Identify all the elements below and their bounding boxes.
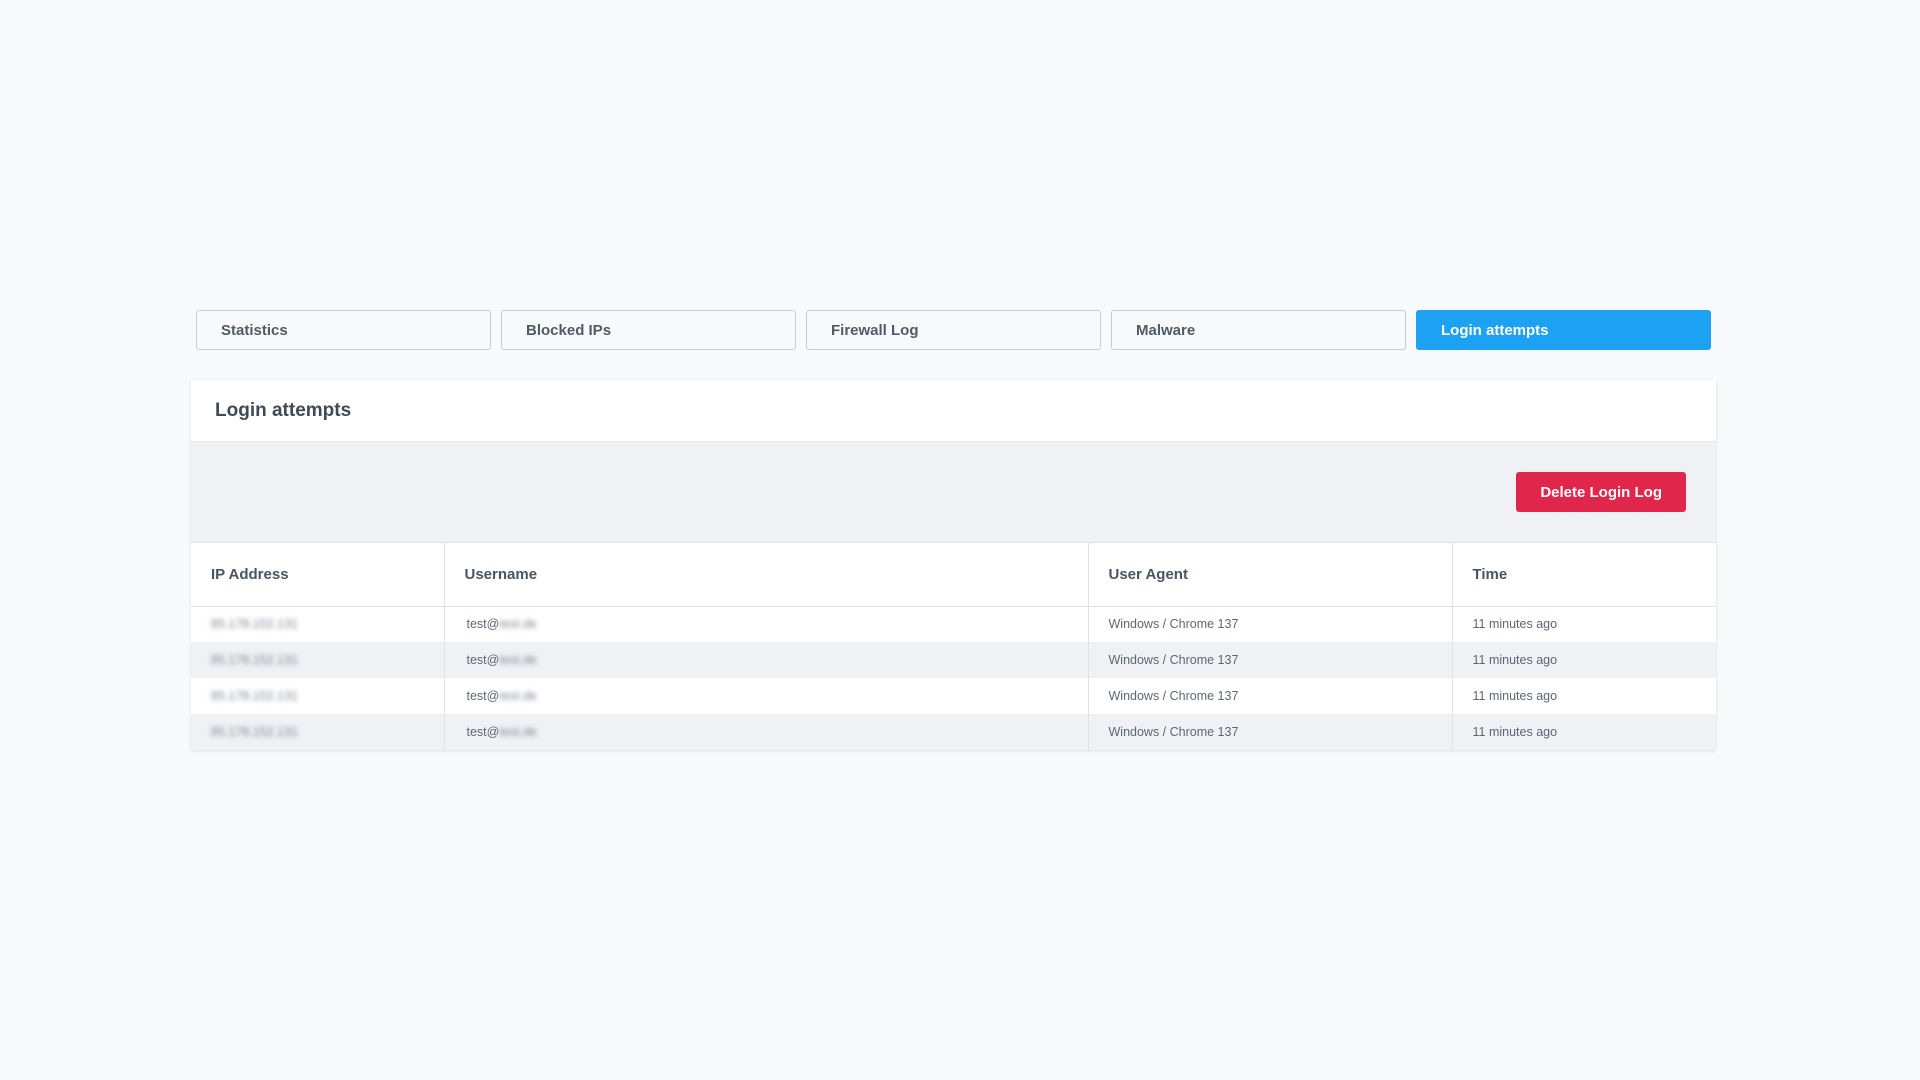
username-prefix: test@ [466, 689, 500, 703]
header-user-agent[interactable]: User Agent [1088, 543, 1453, 607]
table-row: 85.178.152.131 test@test.de Windows / Ch… [191, 606, 1716, 642]
tab-bar: Statistics Blocked IPs Firewall Log Malw… [191, 310, 1716, 350]
header-time[interactable]: Time [1452, 543, 1716, 607]
firewall-page: Statistics Blocked IPs Firewall Log Malw… [191, 310, 1716, 750]
username-domain: test.de [499, 617, 537, 632]
table-header-row: IP Address Username User Agent Time [191, 543, 1716, 607]
username-prefix: test@ [466, 653, 500, 667]
username-prefix: test@ [466, 617, 500, 632]
tab-firewall-log[interactable]: Firewall Log [806, 310, 1101, 350]
table-row: 85.178.152.131 test@test.de Windows / Ch… [191, 642, 1716, 678]
header-ip-address[interactable]: IP Address [191, 543, 445, 607]
ip-cell: 85.178.152.131 [191, 642, 445, 678]
username-cell: test@test.de [444, 678, 1089, 714]
ip-address: 85.178.152.131 [211, 725, 298, 739]
header-username[interactable]: Username [444, 543, 1089, 607]
tab-statistics[interactable]: Statistics [196, 310, 491, 350]
username-domain: test.de [499, 725, 537, 739]
username-cell: test@test.de [444, 606, 1089, 642]
time-cell: 11 minutes ago [1452, 714, 1716, 750]
panel-title: Login attempts [215, 399, 352, 421]
username-cell: test@test.de [444, 642, 1089, 678]
username-domain: test.de [499, 653, 537, 667]
ip-cell: 85.178.152.131 [191, 714, 445, 750]
username-domain: test.de [499, 689, 537, 703]
login-attempts-table: IP Address Username User Agent Time 85.1… [191, 543, 1716, 750]
user-agent-cell: Windows / Chrome 137 [1088, 714, 1453, 750]
ip-cell: 85.178.152.131 [191, 606, 445, 642]
ip-cell: 85.178.152.131 [191, 678, 445, 714]
user-agent-cell: Windows / Chrome 137 [1088, 606, 1453, 642]
ip-address: 85.178.152.131 [211, 653, 298, 667]
delete-login-log-button[interactable]: Delete Login Log [1516, 472, 1686, 512]
time-cell: 11 minutes ago [1472, 617, 1558, 632]
user-agent-cell: Windows / Chrome 137 [1088, 642, 1453, 678]
ip-address: 85.178.152.131 [211, 617, 298, 632]
username-cell: test@test.de [444, 714, 1089, 750]
time-cell: 11 minutes ago [1472, 689, 1558, 703]
time-cell: 11 minutes ago [1452, 642, 1716, 678]
ip-address: 85.178.152.131 [211, 689, 298, 703]
tab-malware[interactable]: Malware [1111, 310, 1406, 350]
table-row: 85.178.152.131 test@test.de Windows / Ch… [191, 678, 1716, 714]
table-row: 85.178.152.131 test@test.de Windows / Ch… [191, 714, 1716, 750]
panel-header: Login attempts [191, 380, 1716, 442]
login-attempts-panel: Login attempts Delete Login Log IP Addre… [191, 380, 1716, 750]
username-prefix: test@ [466, 725, 500, 739]
tab-blocked-ips[interactable]: Blocked IPs [501, 310, 796, 350]
panel-toolbar: Delete Login Log [191, 442, 1716, 543]
user-agent-cell: Windows / Chrome 137 [1088, 678, 1453, 714]
tab-login-attempts[interactable]: Login attempts [1416, 310, 1711, 350]
